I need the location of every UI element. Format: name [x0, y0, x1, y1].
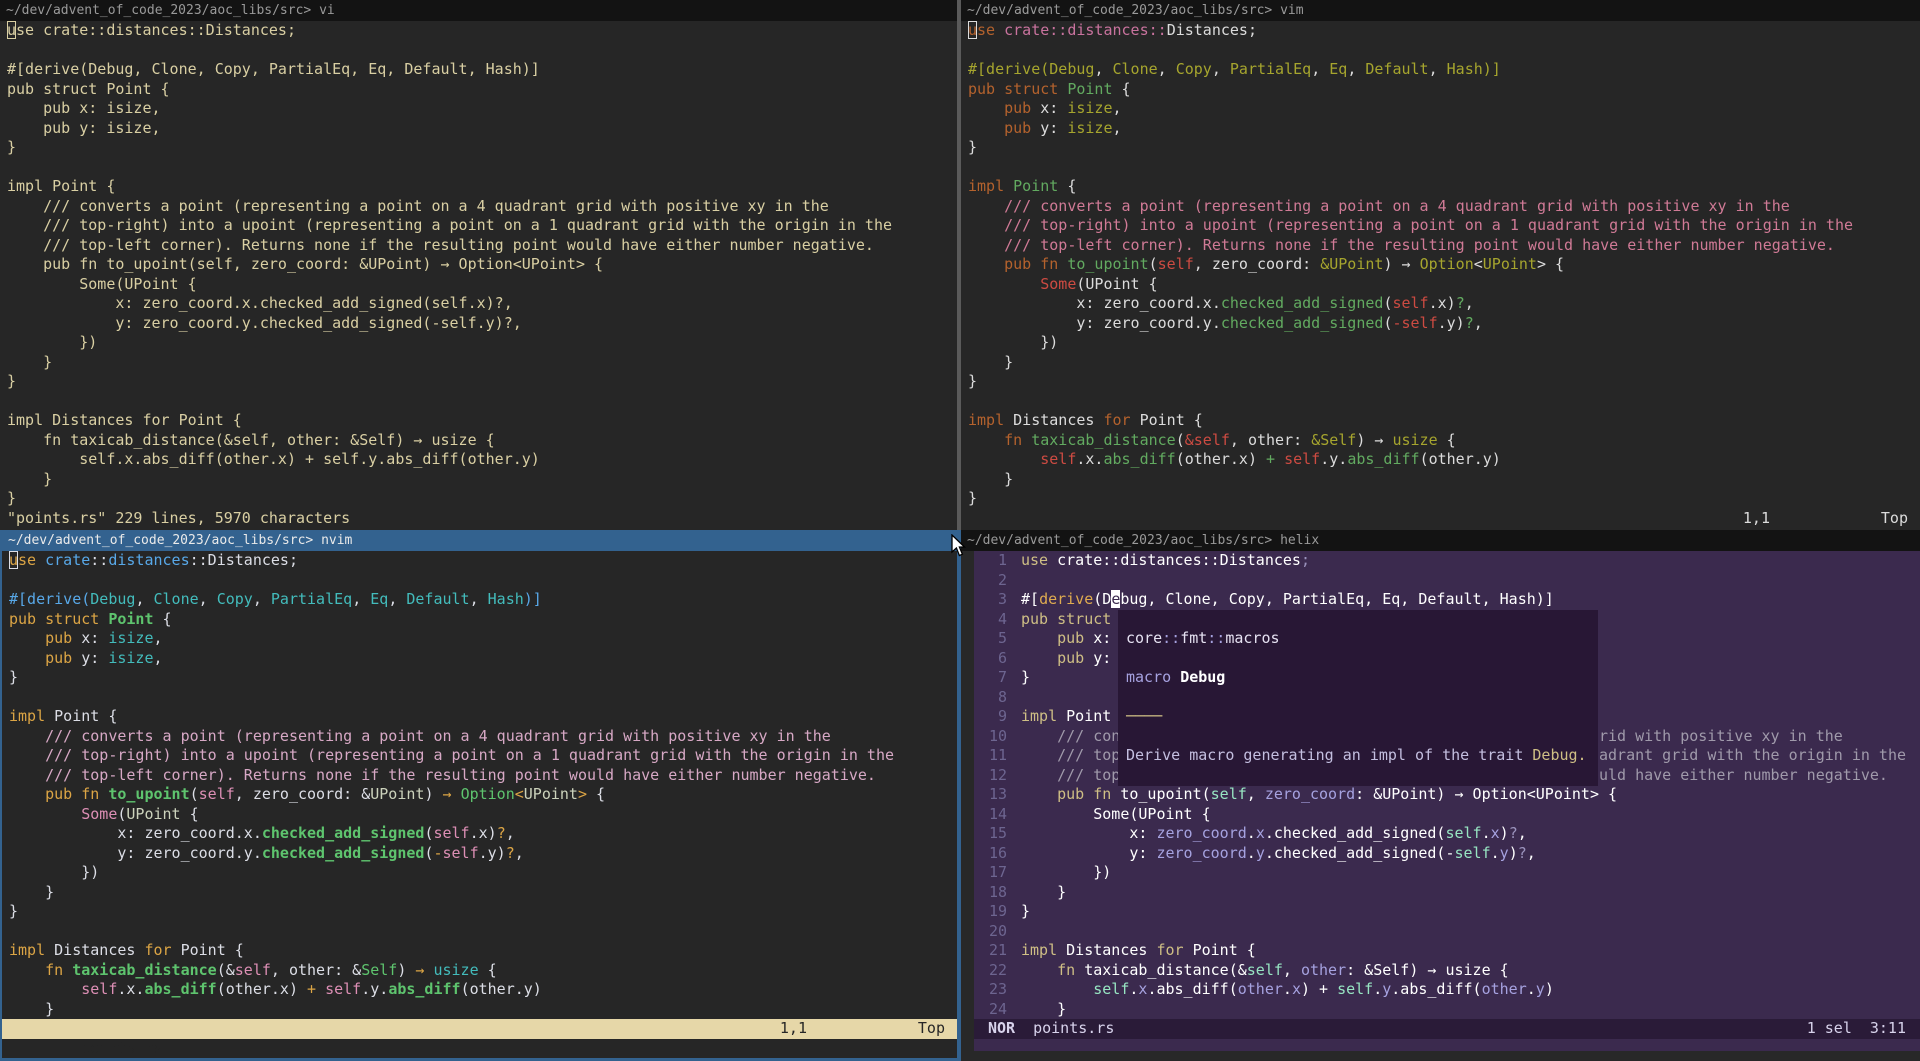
pane-separator-top[interactable]: [957, 0, 961, 530]
vi-statusline: "points.rs" 229 lines, 5970 characters: [7, 509, 957, 529]
pane-vi[interactable]: ~/dev/advent_of_code_2023/aoc_libs/src> …: [0, 0, 957, 530]
nvim-ruler-position: 1,1: [780, 1019, 807, 1039]
pane-separator-bottom-active[interactable]: [957, 530, 961, 1061]
nvim-ruler-top: Top: [918, 1019, 945, 1039]
pane-title-vim[interactable]: ~/dev/advent_of_code_2023/aoc_libs/src> …: [961, 0, 1920, 21]
helix-selection-count: 1 sel: [1807, 1019, 1852, 1039]
nvim-editor[interactable]: use crate::distances::Distances; #[deriv…: [9, 551, 957, 1019]
vim-ruler-top: Top: [1881, 509, 1908, 529]
nvim-statusline: points.rs 1,1 Top: [2, 1019, 957, 1039]
pane-helix[interactable]: ~/dev/advent_of_code_2023/aoc_libs/src> …: [961, 530, 1920, 1061]
pane-nvim-active[interactable]: ~/dev/advent_of_code_2023/aoc_libs/src> …: [0, 530, 957, 1061]
vim-ruler-position: 1,1: [1743, 509, 1770, 529]
nvim-filename: points.rs: [81, 1039, 162, 1057]
helix-filename: points.rs: [1033, 1019, 1114, 1039]
pane-title-nvim[interactable]: ~/dev/advent_of_code_2023/aoc_libs/src> …: [2, 530, 957, 551]
helix-statusline: NOR points.rs 1 sel 3:11: [974, 1019, 1920, 1039]
helix-mode-indicator: NOR: [974, 1019, 1033, 1039]
pane-vim[interactable]: ~/dev/advent_of_code_2023/aoc_libs/src> …: [961, 0, 1920, 530]
helix-line-numbers: 123456789101112131415161718192021222324: [974, 551, 1007, 1019]
pane-title-helix[interactable]: ~/dev/advent_of_code_2023/aoc_libs/src> …: [961, 530, 1920, 551]
vi-editor[interactable]: use crate::distances::Distances; #[deriv…: [7, 21, 957, 509]
mouse-cursor: [951, 534, 969, 558]
helix-editor[interactable]: 123456789101112131415161718192021222324 …: [974, 551, 1920, 1051]
helix-cursor-position: 3:11: [1870, 1019, 1906, 1039]
terminal-multiplexer: ~/dev/advent_of_code_2023/aoc_libs/src> …: [0, 0, 1920, 1061]
pane-title-vi[interactable]: ~/dev/advent_of_code_2023/aoc_libs/src> …: [0, 0, 957, 21]
vim-statusline: "points.rs" 229L, 5970B 1,1 Top: [968, 509, 1920, 529]
vim-editor[interactable]: use crate::distances::Distances; #[deriv…: [968, 21, 1920, 509]
helix-hover-popup: core::fmt::macros macro Debug ──── Deriv…: [1118, 610, 1598, 786]
